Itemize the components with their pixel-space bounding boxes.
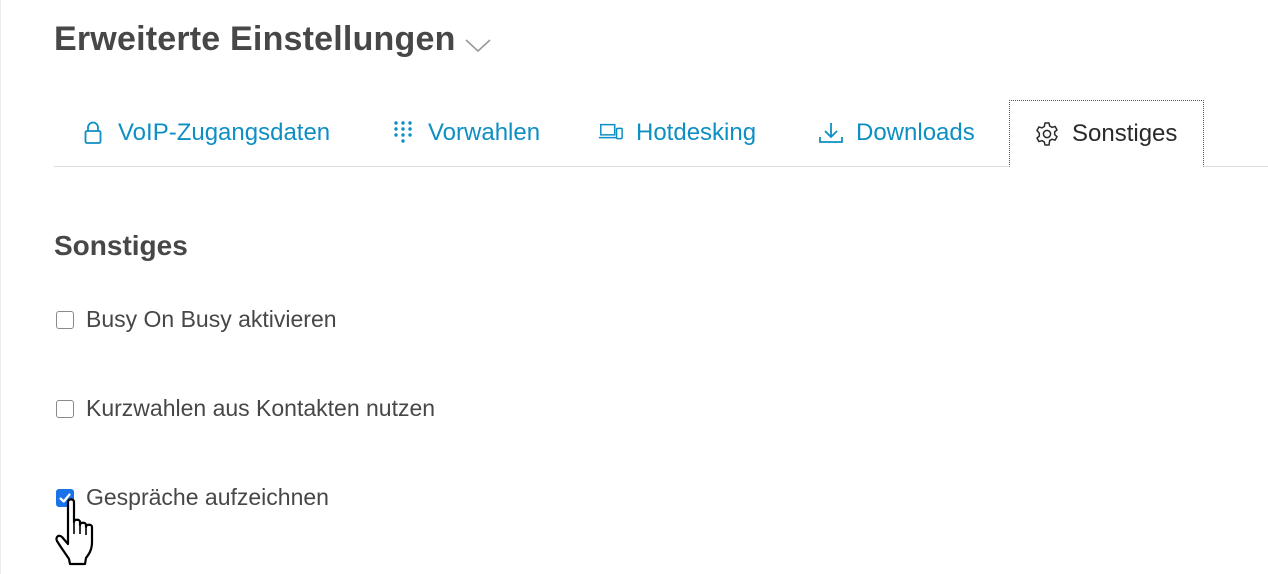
option-kurzwahlen: Kurzwahlen aus Kontakten nutzen (56, 395, 435, 422)
left-border (0, 0, 1, 574)
tab-label: Hotdesking (636, 119, 757, 146)
tab-bar: VoIP-Zugangsdaten Vorwahlen Hotdesking D… (54, 100, 1268, 167)
dialpad-icon (390, 120, 416, 146)
settings-page: Erweiterte Einstellungen VoIP-Zugangsdat… (54, 0, 1268, 574)
option-label[interactable]: Kurzwahlen aus Kontakten nutzen (86, 395, 435, 422)
kurzwahlen-checkbox[interactable] (56, 399, 74, 418)
option-busy-on-busy: Busy On Busy aktivieren (56, 306, 337, 333)
option-label[interactable]: Busy On Busy aktivieren (86, 306, 337, 333)
tab-hotdesking[interactable]: Hotdesking (598, 100, 756, 166)
tab-vorwahlen[interactable]: Vorwahlen (390, 100, 540, 166)
section-title: Sonstiges (54, 230, 188, 261)
tab-sonstiges[interactable]: Sonstiges (1009, 100, 1205, 167)
devices-icon (598, 120, 624, 146)
tab-label: Sonstiges (1072, 119, 1178, 147)
download-icon (818, 120, 844, 146)
busy-on-busy-checkbox[interactable] (56, 310, 74, 329)
lock-icon (80, 120, 106, 146)
page-header: Erweiterte Einstellungen (54, 20, 492, 59)
tab-voip-zugangsdaten[interactable]: VoIP-Zugangsdaten (80, 100, 330, 166)
option-label[interactable]: Gespräche aufzeichnen (86, 484, 329, 511)
tab-label: VoIP-Zugangsdaten (118, 119, 331, 146)
hand-pointer-cursor (55, 498, 94, 566)
tab-label: Downloads (856, 119, 975, 146)
tab-downloads[interactable]: Downloads (818, 100, 975, 166)
gear-icon (1034, 121, 1060, 147)
page-title: Erweiterte Einstellungen (54, 20, 456, 58)
chevron-down-icon[interactable] (464, 36, 492, 54)
tab-label: Vorwahlen (428, 119, 541, 146)
